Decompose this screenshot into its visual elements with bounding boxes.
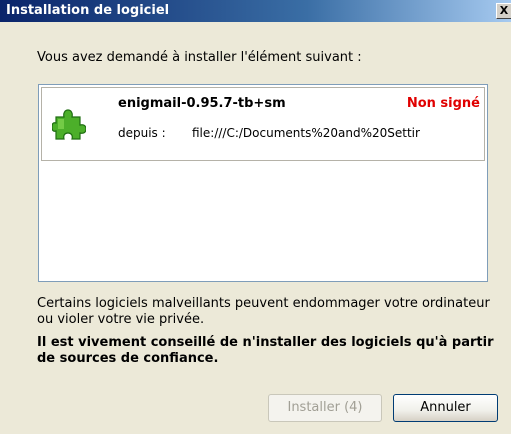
strong-warning-text: Il est vivement conseillé de n'installer… bbox=[37, 335, 494, 366]
install-dialog: Installation de logiciel X Vous avez dem… bbox=[0, 0, 511, 434]
item-name: enigmail-0.95.7-tb+sm bbox=[118, 96, 286, 111]
close-button[interactable]: X bbox=[496, 3, 511, 19]
window-title: Installation de logiciel bbox=[6, 3, 170, 18]
install-button[interactable]: Installer (4) bbox=[268, 394, 382, 422]
list-item[interactable]: enigmail-0.95.7-tb+sm Non signé depuis :… bbox=[41, 87, 485, 161]
intro-text: Vous avez demandé à installer l'élément … bbox=[37, 50, 362, 65]
signature-status: Non signé bbox=[406, 96, 480, 111]
warning-text: Certains logiciels malveillants peuvent … bbox=[37, 296, 490, 327]
source-label: depuis : bbox=[118, 126, 166, 140]
puzzle-piece-icon bbox=[52, 109, 86, 140]
close-icon: X bbox=[499, 4, 509, 17]
cancel-button[interactable]: Annuler bbox=[393, 394, 498, 422]
title-bar[interactable]: Installation de logiciel X bbox=[0, 0, 511, 22]
source-path: file:///C:/Documents%20and%20Settir bbox=[192, 126, 420, 140]
item-list[interactable]: enigmail-0.95.7-tb+sm Non signé depuis :… bbox=[38, 84, 488, 282]
